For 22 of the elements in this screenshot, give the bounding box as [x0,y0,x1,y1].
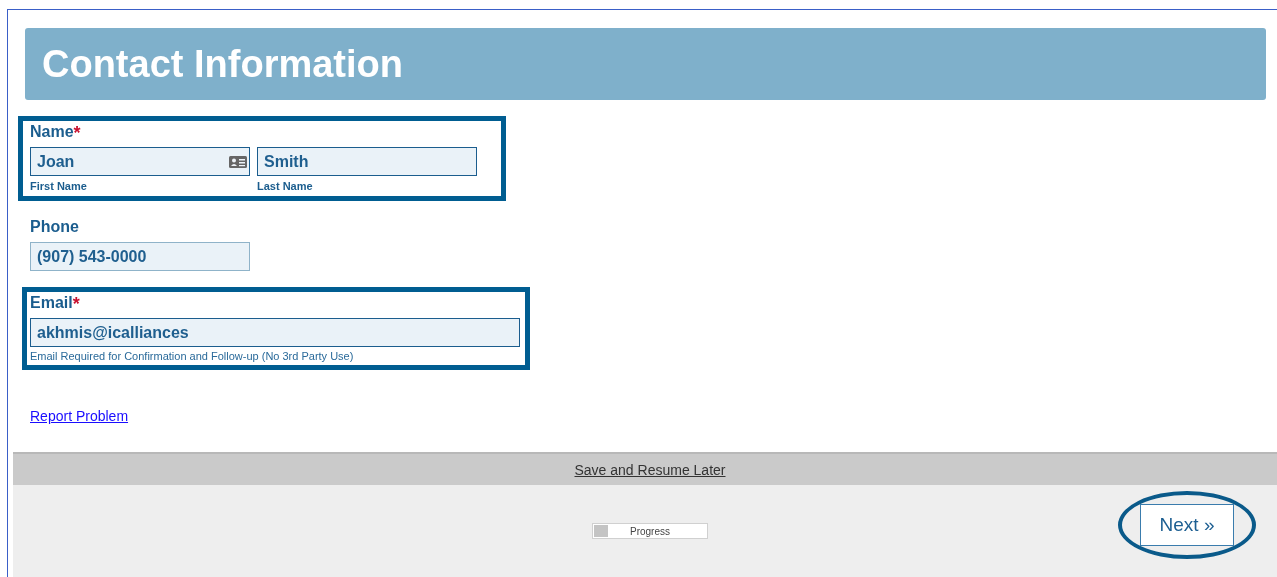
email-field[interactable]: akhmis@icalliances [30,318,520,347]
field-caption: Last Name [257,180,314,192]
report-problem-link[interactable]: Report Problem [30,408,129,424]
phone-field[interactable]: (907) 543-0000 [30,242,250,271]
field-label: Name [30,123,74,142]
field-value: Joan [37,152,75,171]
next-button[interactable]: Next » [1140,504,1234,546]
contact-card-icon [229,155,247,168]
progress-label: Progress [630,525,670,537]
text-field[interactable]: Joan [30,147,250,176]
required-mark: * [73,123,81,143]
field-value: akhmis@icalliances [37,323,189,342]
field-value: (907) 543-0000 [37,247,147,266]
field-label: Email [30,294,73,313]
text-field[interactable]: Smith [257,147,477,176]
page-title: Contact Information [42,42,403,86]
save-resume-link[interactable]: Save and Resume Later [574,461,726,478]
field-caption: First Name [30,180,88,192]
field-label: Phone [30,218,79,237]
field-value: Smith [264,152,309,171]
required-mark: * [72,294,80,314]
field-hint: Email Required for Confirmation and Follow-up (No 3rd Party Use) [30,350,355,362]
